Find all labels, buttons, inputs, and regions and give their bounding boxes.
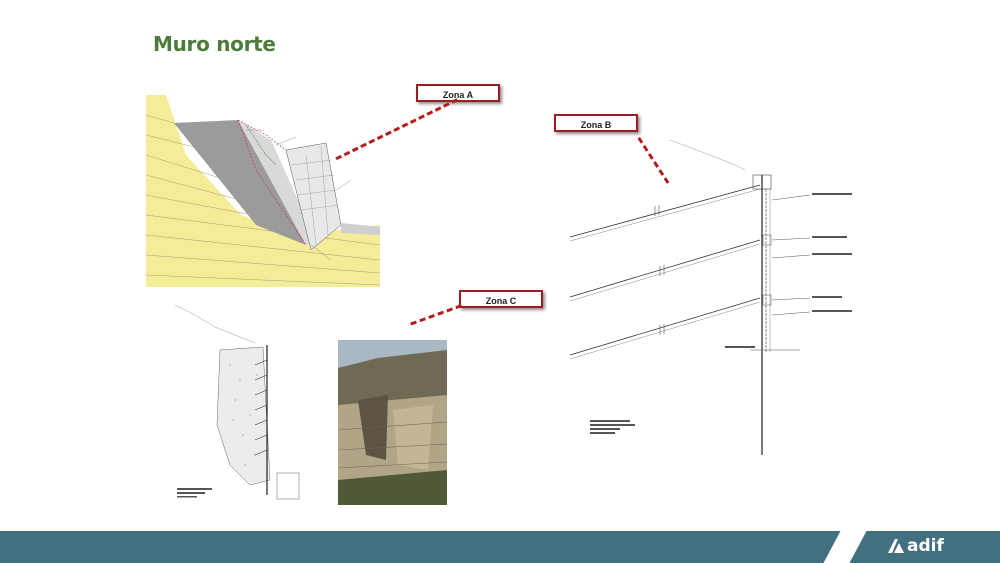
cross-section-drawing-b	[569, 140, 852, 455]
page-title: Muro norte	[153, 32, 276, 56]
wall-photo	[338, 340, 447, 505]
zone-a-tag: Zona A	[416, 84, 500, 102]
adif-logo-icon	[888, 539, 904, 553]
cross-section-drawing-a	[146, 95, 380, 287]
zone-c-leader	[410, 304, 462, 326]
zone-c-tag: Zona C	[459, 290, 543, 308]
brand-name: adif	[907, 536, 944, 556]
adif-logo: adif	[888, 536, 944, 556]
zone-b-tag: Zona B	[554, 114, 638, 132]
cross-section-drawing-c	[175, 305, 300, 500]
